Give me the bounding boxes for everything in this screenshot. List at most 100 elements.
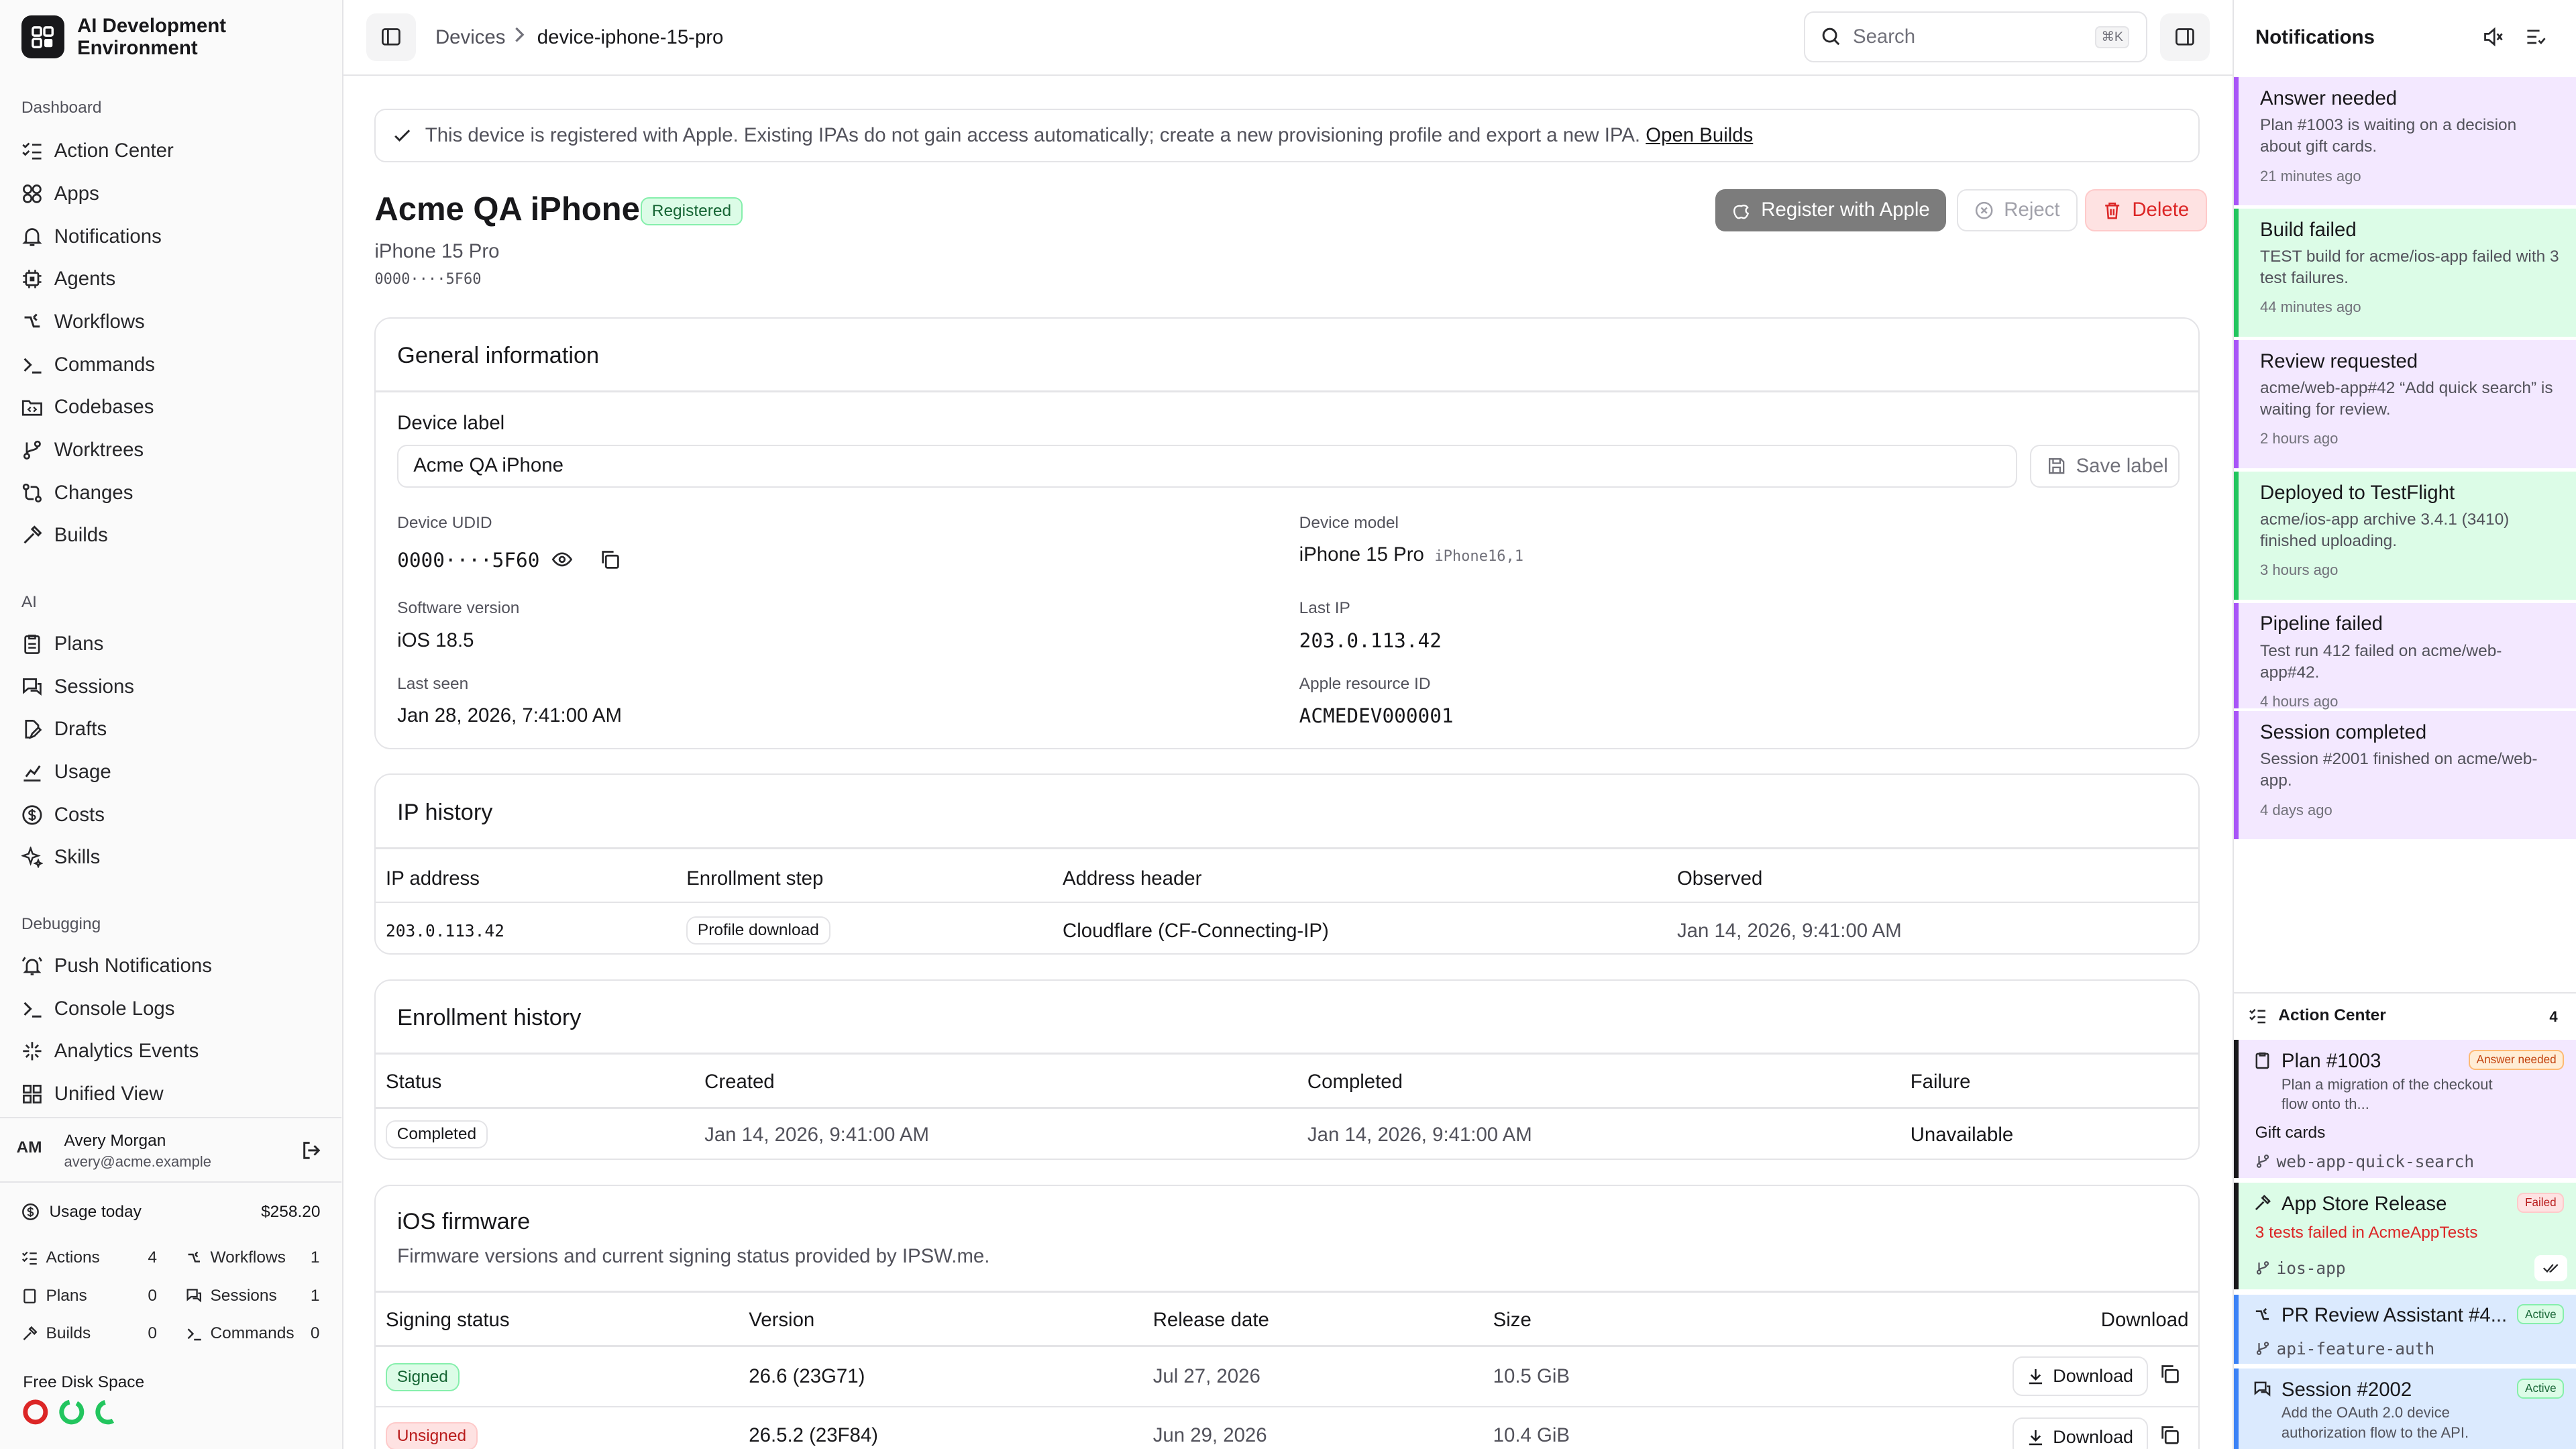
download-button[interactable]: Download [2012, 1356, 2148, 1397]
action-item[interactable]: Session #2002 Active Add the OAuth 2.0 d… [2234, 1368, 2576, 1449]
notification-item[interactable]: Deployed to TestFlight acme/ios-app arch… [2234, 471, 2576, 600]
action-item[interactable]: Plan #1003 Answer needed Plan a migratio… [2234, 1040, 2576, 1178]
stat-value: 0 [148, 1324, 157, 1342]
reject-button[interactable]: Reject [1956, 189, 2078, 232]
notifications-panel: Notifications Answer needed Plan #1003 i… [2233, 0, 2576, 1449]
sparkles-icon [21, 847, 43, 869]
sidebar-item-notifications[interactable]: Notifications [21, 220, 162, 253]
status-badge: Completed [386, 1120, 488, 1148]
sidebar-item-builds[interactable]: Builds [21, 519, 108, 552]
registration-alert: This device is registered with Apple. Ex… [374, 108, 2200, 163]
usage-amount: $258.20 [261, 1202, 321, 1221]
list-checks-icon [2249, 1008, 2266, 1024]
sidebar-item-action-center[interactable]: Action Center [21, 135, 174, 168]
register-with-apple-button[interactable]: Register with Apple [1715, 189, 1947, 232]
sidebar-item-plans[interactable]: Plans [21, 628, 103, 661]
save-label-button[interactable]: Save label [2030, 445, 2180, 488]
sidebar-item-drafts[interactable]: Drafts [21, 713, 107, 746]
sidebar-item-costs[interactable]: Costs [21, 798, 105, 831]
copy-icon[interactable] [2159, 1424, 2180, 1446]
last-seen-value: Jan 28, 2026, 7:41:00 AM [397, 704, 622, 727]
stat-label: Actions [46, 1248, 100, 1267]
open-builds-link[interactable]: Open Builds [1646, 124, 1753, 146]
folder-code-icon [21, 400, 42, 417]
mark-all-read-icon[interactable] [2525, 26, 2546, 48]
sidebar-item-label: Worktrees [54, 439, 144, 462]
stat-sessions: Sessions 1 [186, 1287, 319, 1305]
list-checks-icon [22, 142, 42, 160]
notification-body: Session #2001 finished on acme/web-app. [2260, 750, 2538, 790]
general-information-card: General information Device label Acme QA… [374, 317, 2200, 749]
release-date-cell: Jun 29, 2026 [1152, 1424, 1267, 1446]
panel-toggle-icon[interactable] [2160, 13, 2210, 61]
save-icon [2048, 458, 2064, 474]
stat-label: Builds [46, 1324, 91, 1342]
sidebar-item-label: Action Center [54, 140, 174, 162]
download-icon [2029, 1430, 2043, 1446]
size-cell: 10.4 GiB [1493, 1424, 1570, 1446]
action-item-branch: ios-app [2255, 1258, 2346, 1278]
sidebar-item-unified-view[interactable]: Unified View [21, 1078, 164, 1111]
stat-builds: Builds 0 [21, 1324, 157, 1343]
mute-icon[interactable] [2482, 26, 2504, 48]
sidebar-item-analytics-events[interactable]: Analytics Events [21, 1035, 199, 1068]
clipboard-icon [23, 1289, 36, 1304]
terminal-icon [23, 358, 42, 374]
release-date-cell: Jul 27, 2026 [1152, 1364, 1260, 1387]
sidebar-item-agents[interactable]: Agents [21, 263, 115, 296]
notification-body: TEST build for acme/ios-app failed with … [2260, 248, 2559, 287]
sidebar-item-console-logs[interactable]: Console Logs [21, 992, 174, 1025]
device-label-input[interactable]: Acme QA iPhone [397, 445, 2017, 488]
col-completed: Completed [1307, 1071, 1403, 1093]
search-input[interactable]: Search ⌘K [1803, 11, 2147, 63]
notification-time: 2 hours ago [2260, 430, 2339, 447]
action-item[interactable]: PR Review Assistant #4... Active api-fea… [2234, 1294, 2576, 1364]
status-badge: Registered [641, 197, 743, 225]
terminal-icon [23, 1002, 42, 1018]
register-label: Register with Apple [1761, 199, 1930, 221]
sidebar-item-skills[interactable]: Skills [21, 841, 100, 874]
sidebar-item-commands[interactable]: Commands [21, 348, 155, 381]
brand[interactable]: AI Development Environment [21, 15, 258, 59]
action-item-tag: Answer needed [2468, 1049, 2565, 1070]
notification-item[interactable]: Session completed Session #2001 finished… [2234, 711, 2576, 840]
sidebar-item-changes[interactable]: Changes [21, 476, 133, 509]
user-profile[interactable]: AM Avery Morgan avery@acme.example [0, 1117, 342, 1183]
notification-item[interactable]: Review requested acme/web-app#42 “Add qu… [2234, 339, 2576, 468]
x-circle-icon [1976, 201, 1993, 219]
git-branch-icon [2256, 1261, 2269, 1275]
action-center-header[interactable]: Action Center 4 [2234, 992, 2576, 1038]
failure-cell: Unavailable [1910, 1123, 2014, 1146]
notification-item[interactable]: Pipeline failed Test run 412 failed on a… [2234, 602, 2576, 710]
download-button[interactable]: Download [2012, 1417, 2148, 1449]
notification-item[interactable]: Answer needed Plan #1003 is waiting on a… [2234, 77, 2576, 206]
check-double-icon[interactable] [2534, 1255, 2567, 1282]
sidebar-item-codebases[interactable]: Codebases [21, 391, 154, 424]
observed-cell: Jan 14, 2026, 9:41:00 AM [1676, 919, 1902, 942]
bell-ring-icon [21, 957, 42, 975]
chart-icon [23, 765, 41, 782]
delete-button[interactable]: Delete [2084, 189, 2207, 232]
sidebar-item-label: Push Notifications [54, 955, 212, 977]
workflow-icon [2253, 1306, 2271, 1324]
sidebar-item-sessions[interactable]: Sessions [21, 670, 134, 703]
sidebar-item-apps[interactable]: Apps [21, 177, 99, 210]
sidebar-item-label: Unified View [54, 1083, 164, 1106]
sidebar-item-worktrees[interactable]: Worktrees [21, 434, 144, 467]
sidebar-item-label: Notifications [54, 225, 162, 248]
sidebar-toggle-icon[interactable] [366, 13, 416, 61]
notification-item[interactable]: Build failed TEST build for acme/ios-app… [2234, 209, 2576, 337]
action-item-title: Session #2002 [2281, 1378, 2412, 1401]
sidebar-item-push-notifications[interactable]: Push Notifications [21, 950, 212, 983]
eye-icon[interactable] [551, 549, 573, 570]
sidebar-item-label: Workflows [54, 310, 145, 333]
copy-icon[interactable] [599, 549, 621, 570]
sidebar-item-usage[interactable]: Usage [21, 756, 111, 789]
sidebar-item-workflows[interactable]: Workflows [21, 306, 145, 339]
branch-name: ios-app [2276, 1258, 2346, 1278]
copy-icon[interactable] [2159, 1363, 2180, 1385]
breadcrumb-devices[interactable]: Devices [435, 26, 505, 49]
card-title: General information [397, 343, 600, 369]
action-item[interactable]: App Store Release Failed 3 tests failed … [2234, 1183, 2576, 1290]
logout-icon[interactable] [301, 1140, 322, 1161]
